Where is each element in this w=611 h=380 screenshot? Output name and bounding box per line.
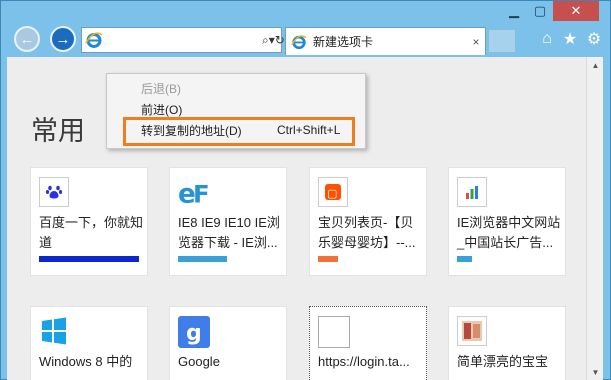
tile-title: 简单漂亮的宝宝	[457, 354, 549, 369]
svg-text:g: g	[186, 321, 202, 345]
tile-baidu[interactable]: 百度一下，你就知道	[30, 167, 148, 276]
menu-item-label: 前进(O)	[141, 102, 183, 117]
svg-text:▢: ▢	[327, 187, 337, 200]
blank-page-icon	[318, 316, 350, 348]
tile-ie-site[interactable]: IE浏览器中文网站_中国站长广告...	[448, 167, 566, 276]
google-g-icon: g	[178, 316, 210, 348]
forward-button[interactable]: →	[50, 26, 76, 52]
minimize-button[interactable]: ▁	[501, 1, 527, 21]
baidu-paw-icon	[39, 177, 69, 207]
windows-logo-icon	[39, 316, 69, 346]
taobao-icon: ▢	[318, 177, 348, 207]
menu-item-back[interactable]: 后退(B)	[107, 78, 365, 98]
tab-close-icon[interactable]: ×	[467, 35, 485, 49]
tile-ie-download[interactable]: eF IE8 IE9 IE10 IE浏览器下载 - IE浏...	[169, 167, 287, 276]
refresh-icon[interactable]: ↻	[275, 33, 285, 47]
ie-logo-icon	[85, 30, 103, 50]
address-input[interactable]	[103, 28, 262, 52]
visit-frequency-bar	[318, 256, 338, 262]
maximize-button[interactable]: ▢	[527, 1, 553, 21]
tile-taobao-login[interactable]: https://login.ta...	[309, 306, 427, 380]
page-title: 常用	[31, 116, 85, 147]
tab-new[interactable]: 新建选项卡 ×	[285, 27, 486, 55]
scroll-up-icon[interactable]: ▲	[587, 57, 604, 73]
search-icon[interactable]: ⌕	[262, 33, 269, 48]
tile-title: 宝贝列表页-【贝乐婴母婴坊】--...	[318, 215, 416, 250]
tile-baby-photos[interactable]: 简单漂亮的宝宝	[448, 306, 566, 380]
vertical-scrollbar[interactable]: ▲ ▼	[586, 57, 603, 380]
tab-title: 新建选项卡	[313, 35, 374, 49]
visit-frequency-bar	[178, 256, 227, 262]
close-window-button[interactable]: ✕	[553, 1, 599, 21]
tile-taobao-list[interactable]: ▢ 宝贝列表页-【贝乐婴母婴坊】--...	[309, 167, 427, 276]
address-bar[interactable]: ⌕ ▾ ↻	[81, 27, 285, 53]
tile-title: Windows 8 中的	[39, 354, 133, 369]
tile-google[interactable]: g Google	[169, 306, 287, 380]
visit-frequency-bar	[457, 256, 472, 262]
new-tab-button[interactable]	[488, 29, 516, 53]
visit-frequency-bar	[39, 256, 139, 262]
menu-item-forward[interactable]: 前进(O)	[107, 99, 365, 119]
back-button[interactable]: ←	[14, 26, 40, 52]
tile-title: 百度一下，你就知道	[39, 215, 144, 250]
navigation-bar: ← → ⌕ ▾ ↻ 新建选项卡 × ⌂ ★ ⚙	[1, 21, 611, 59]
photo-thumb-icon	[457, 316, 487, 346]
tile-title: IE8 IE9 IE10 IE浏览器下载 - IE浏...	[178, 215, 280, 250]
highlight-box	[123, 117, 355, 146]
arrow-left-icon: ←	[19, 30, 35, 48]
arrow-right-icon: →	[55, 30, 71, 48]
gear-icon[interactable]: ⚙	[585, 30, 603, 48]
chart-icon	[457, 177, 487, 207]
scroll-down-icon[interactable]: ▼	[587, 364, 604, 380]
ie-ef-logo-icon: eF	[178, 177, 208, 207]
tile-title: IE浏览器中文网站_中国站长广告...	[457, 215, 561, 250]
tab-ie-icon	[289, 32, 309, 52]
favorites-star-icon[interactable]: ★	[561, 30, 579, 48]
tile-windows8[interactable]: Windows 8 中的	[30, 306, 148, 380]
menu-item-label: 后退(B)	[141, 81, 181, 96]
tile-title: https://login.ta...	[318, 354, 410, 369]
home-icon[interactable]: ⌂	[538, 30, 556, 48]
svg-text:F: F	[193, 179, 208, 207]
tile-title: Google	[178, 354, 220, 369]
